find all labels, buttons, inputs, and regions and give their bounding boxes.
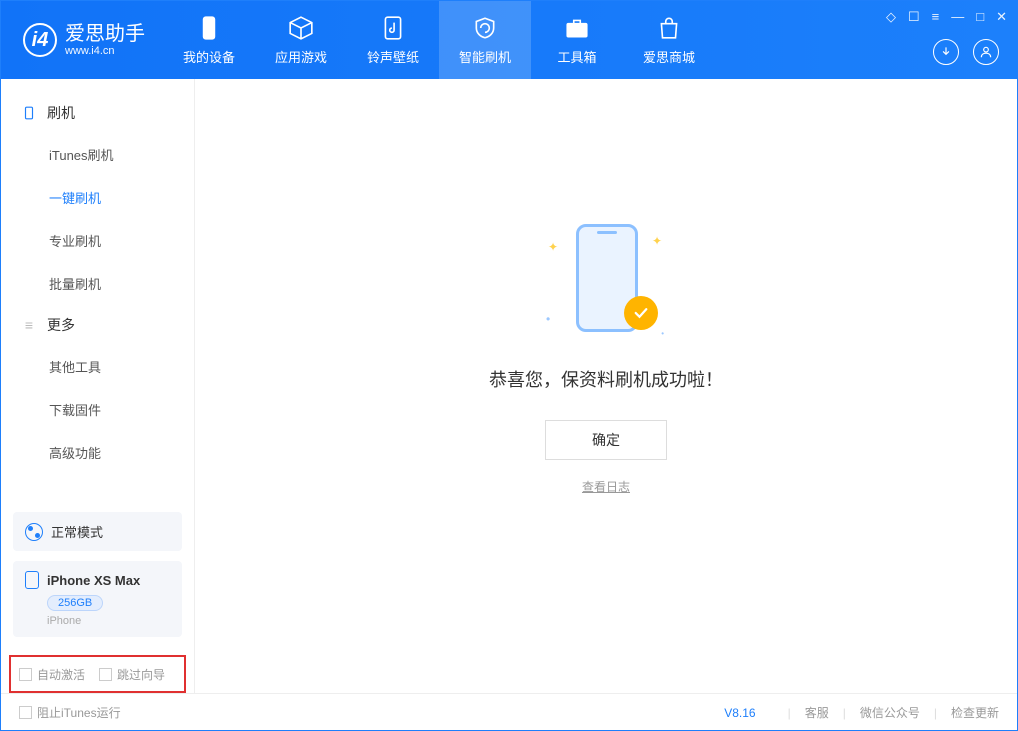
wechat-link[interactable]: 微信公众号 (860, 704, 920, 721)
checkbox-skip-guide[interactable]: 跳过向导 (99, 666, 165, 683)
view-log-link[interactable]: 查看日志 (582, 478, 630, 495)
app-domain: www.i4.cn (65, 45, 145, 57)
main-content: ✦ ✦ • • 恭喜您，保资料刷机成功啦！ 确定 查看日志 (195, 79, 1017, 693)
list-icon: ≡ (21, 317, 37, 333)
bag-icon (656, 15, 682, 41)
app-name: 爱思助手 (65, 23, 145, 45)
separator: | (788, 706, 791, 720)
success-message: 恭喜您，保资料刷机成功啦！ (489, 366, 723, 392)
sparkle-icon: ✦ (652, 234, 662, 248)
success-illustration: ✦ ✦ • • (546, 218, 666, 338)
ok-button[interactable]: 确定 (545, 420, 667, 460)
music-file-icon (380, 15, 406, 41)
tab-label: 铃声壁纸 (367, 47, 419, 66)
tab-label: 工具箱 (557, 47, 596, 66)
checkbox-auto-activate[interactable]: 自动激活 (19, 666, 85, 683)
main-tabs: 我的设备 应用游戏 铃声壁纸 智能刷机 工具箱 爱思商城 (163, 1, 715, 79)
sidebar: 刷机 iTunes刷机 一键刷机 专业刷机 批量刷机 ≡ 更多 其他工具 下载固… (1, 79, 195, 693)
menu-icon[interactable]: ≡ (932, 9, 940, 25)
checkbox-icon (19, 706, 32, 719)
user-controls (933, 39, 999, 65)
status-bar: 阻止iTunes运行 V8.16 | 客服 | 微信公众号 | 检查更新 (1, 693, 1017, 731)
device-panel: 正常模式 iPhone XS Max 256GB iPhone (13, 512, 182, 637)
window-controls: ◇ ☐ ≡ — □ ✕ (886, 9, 1007, 25)
app-header: i4 爱思助手 www.i4.cn 我的设备 应用游戏 铃声壁纸 智能刷机 工具… (1, 1, 1017, 79)
tab-my-device[interactable]: 我的设备 (163, 1, 255, 79)
app-body: 刷机 iTunes刷机 一键刷机 专业刷机 批量刷机 ≡ 更多 其他工具 下载固… (1, 79, 1017, 693)
section-more: ≡ 更多 (1, 305, 194, 345)
nav-batch-flash[interactable]: 批量刷机 (1, 262, 194, 305)
sparkle-icon: ✦ (548, 240, 558, 254)
nav-pro-flash[interactable]: 专业刷机 (1, 219, 194, 262)
separator: | (934, 706, 937, 720)
checkbox-icon (19, 668, 32, 681)
tab-label: 爱思商城 (643, 47, 695, 66)
device-info-box[interactable]: iPhone XS Max 256GB iPhone (13, 561, 182, 637)
nav-itunes-flash[interactable]: iTunes刷机 (1, 133, 194, 176)
version-label: V8.16 (724, 706, 755, 720)
checkbox-label: 自动激活 (37, 666, 85, 683)
checkbox-icon (99, 668, 112, 681)
nav-advanced[interactable]: 高级功能 (1, 431, 194, 474)
support-link[interactable]: 客服 (805, 704, 829, 721)
section-flash: 刷机 (1, 93, 194, 133)
tab-label: 应用游戏 (275, 47, 327, 66)
close-button[interactable]: ✕ (996, 9, 1007, 25)
device-small-icon (21, 105, 37, 121)
nav-download-firmware[interactable]: 下载固件 (1, 388, 194, 431)
lock-icon[interactable]: ☐ (908, 9, 920, 25)
tab-smart-flash[interactable]: 智能刷机 (439, 1, 531, 79)
tab-toolbox[interactable]: 工具箱 (531, 1, 623, 79)
device-name: iPhone XS Max (47, 573, 140, 588)
highlighted-options: 自动激活 跳过向导 (9, 655, 186, 693)
cube-icon (288, 15, 314, 41)
minimize-button[interactable]: — (951, 9, 964, 25)
sparkle-icon: • (546, 312, 550, 326)
phone-icon (196, 15, 222, 41)
nav-other-tools[interactable]: 其他工具 (1, 345, 194, 388)
device-mode-box[interactable]: 正常模式 (13, 512, 182, 551)
refresh-shield-icon (472, 15, 498, 41)
separator: | (843, 706, 846, 720)
download-icon[interactable] (933, 39, 959, 65)
device-type: iPhone (47, 615, 170, 627)
storage-badge: 256GB (47, 595, 103, 611)
check-update-link[interactable]: 检查更新 (951, 704, 999, 721)
phone-outline-icon (25, 571, 39, 589)
section-label: 刷机 (47, 103, 75, 123)
checkbox-label: 阻止iTunes运行 (37, 704, 121, 721)
checkbox-block-itunes[interactable]: 阻止iTunes运行 (19, 704, 121, 721)
user-icon[interactable] (973, 39, 999, 65)
section-label: 更多 (47, 315, 75, 335)
tab-store[interactable]: 爱思商城 (623, 1, 715, 79)
logo-area: i4 爱思助手 www.i4.cn (1, 23, 163, 57)
app-logo-icon: i4 (23, 23, 57, 57)
mode-icon (25, 523, 43, 541)
nav-oneclick-flash[interactable]: 一键刷机 (1, 176, 194, 219)
shirt-icon[interactable]: ◇ (886, 9, 896, 25)
toolbox-icon (564, 15, 590, 41)
sparkle-icon: • (661, 329, 664, 338)
tab-apps[interactable]: 应用游戏 (255, 1, 347, 79)
maximize-button[interactable]: □ (976, 9, 984, 25)
check-badge-icon (624, 296, 658, 330)
mode-label: 正常模式 (51, 522, 103, 541)
tab-label: 我的设备 (183, 47, 235, 66)
checkbox-label: 跳过向导 (117, 666, 165, 683)
tab-label: 智能刷机 (459, 47, 511, 66)
device-name-row: iPhone XS Max (25, 571, 170, 589)
tab-ringtone[interactable]: 铃声壁纸 (347, 1, 439, 79)
